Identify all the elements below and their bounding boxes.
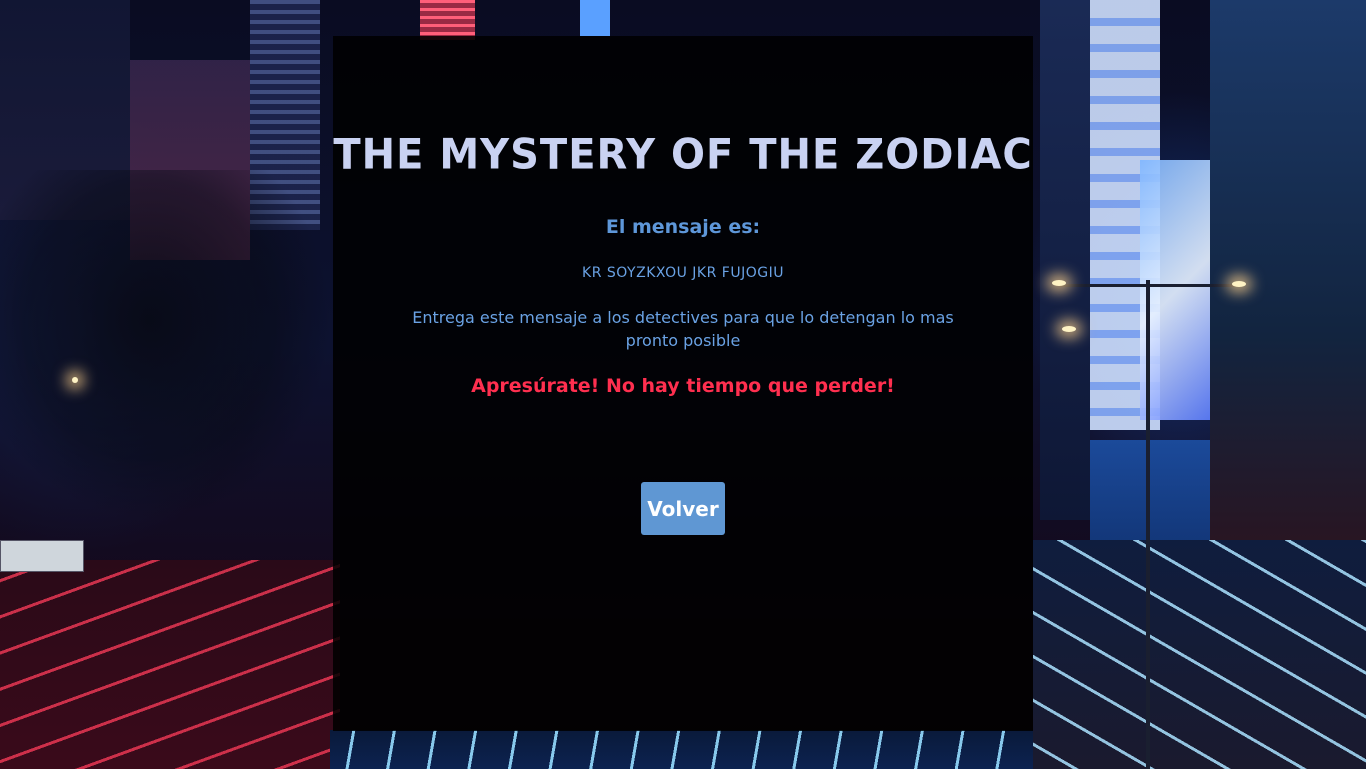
warning-text: Apresúrate! No hay tiempo que perder! [471, 375, 895, 397]
page-title: THE MYSTERY OF THE ZODIAC [333, 130, 1033, 180]
street-lamp-light [1062, 326, 1076, 332]
building [420, 0, 475, 40]
building [1040, 0, 1090, 520]
street-lamp-light [1232, 281, 1246, 287]
street-lamp-arm [1060, 284, 1240, 287]
street-lamp-light [1052, 280, 1066, 286]
street-sign [0, 540, 84, 572]
instructions-text: Entrega este mensaje a los detectives pa… [412, 308, 954, 350]
back-button[interactable]: Volver [641, 482, 725, 535]
message-label: El mensaje es: [605, 216, 761, 238]
building [580, 0, 610, 36]
cipher-text: KR SOYZKXOU JKR FUJOGIU [582, 265, 784, 281]
light-trails-right [1033, 540, 1366, 769]
trees [0, 170, 333, 590]
billboard [1140, 160, 1215, 420]
street-lamp-pole [1146, 280, 1150, 769]
street-lamp-light [72, 377, 78, 383]
message-panel: THE MYSTERY OF THE ZODIAC El mensaje es:… [333, 36, 1033, 731]
light-trails-bottom [330, 730, 1040, 769]
building [1210, 0, 1366, 560]
light-trails-left [0, 560, 340, 769]
